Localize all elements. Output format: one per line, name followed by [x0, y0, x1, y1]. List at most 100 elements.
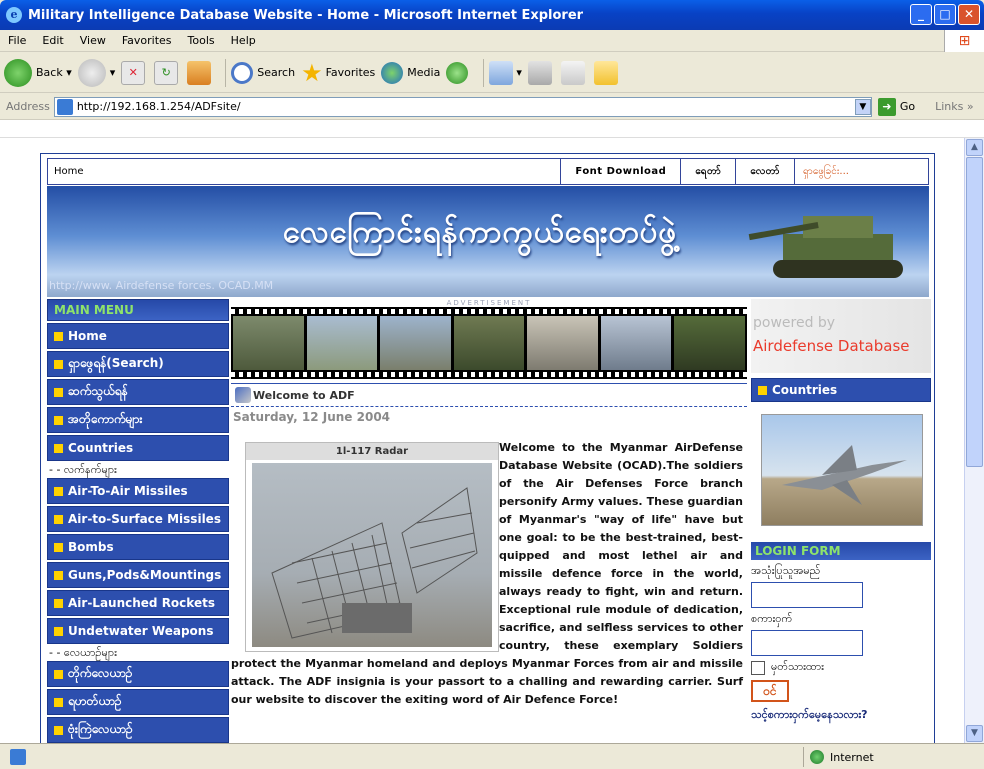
bullet-icon — [54, 725, 63, 735]
menu-item-helicopter[interactable]: ရဟတ်ယာဉ် — [47, 689, 229, 715]
toolbar: Back ▾ ▾ ✕ ↻ Search ★ Favorites Media ▾ — [0, 53, 984, 93]
status-bar: Internet — [0, 743, 984, 769]
nav-home[interactable]: Home — [48, 166, 560, 177]
radar-image-box: 1l-117 Radar — [245, 442, 499, 652]
menu-item-bomber[interactable]: ဗုံးကြဲလေယာဉ် — [47, 717, 229, 743]
media-button[interactable]: Media — [381, 61, 440, 84]
menu-bar: File Edit View Favorites Tools Help — [0, 30, 984, 52]
bullet-icon — [54, 486, 63, 496]
powered-by-text: powered by — [753, 315, 836, 331]
notes-icon — [593, 60, 618, 85]
nav-item-3[interactable]: လေတာ် — [735, 159, 794, 184]
powered-by-logo: powered by Airdefense Database — [751, 299, 931, 373]
tank-icon — [748, 216, 903, 278]
password-input[interactable] — [751, 630, 863, 656]
ad-photo — [380, 316, 451, 370]
print-button[interactable] — [527, 60, 555, 85]
menu-edit[interactable]: Edit — [34, 34, 71, 47]
windows-logo-icon: ⊞ — [944, 30, 984, 52]
site-banner: လေကြောင်းရန်ကာကွယ်ရေးတပ်ဖွဲ့ http://www.… — [47, 186, 929, 297]
search-button[interactable]: Search — [231, 61, 295, 84]
security-zone: Internet — [803, 747, 874, 767]
bullet-icon — [54, 697, 63, 707]
nav-item-2[interactable]: ရေတာ် — [680, 159, 735, 184]
ad-filmstrip[interactable] — [231, 307, 747, 379]
favorites-button[interactable]: ★ Favorites — [301, 59, 375, 87]
go-arrow-icon: ➜ — [877, 97, 896, 116]
pen-icon — [235, 387, 251, 403]
menu-view[interactable]: View — [72, 34, 114, 47]
ad-photo — [600, 316, 672, 370]
menu-item-contact[interactable]: ဆက်သွယ်ရန် — [47, 379, 229, 405]
toolbar-separator — [225, 58, 227, 87]
media-icon — [381, 61, 404, 84]
close-button[interactable]: ✕ — [958, 4, 980, 25]
menu-favorites[interactable]: Favorites — [114, 34, 180, 47]
menu-help[interactable]: Help — [223, 34, 264, 47]
bullet-icon — [54, 542, 63, 552]
links-button[interactable]: Links » — [935, 100, 974, 113]
countries-heading[interactable]: Countries — [751, 378, 931, 402]
address-dropdown-icon[interactable]: ▼ — [854, 98, 871, 115]
remember-checkbox[interactable] — [751, 661, 765, 675]
menu-item-guns[interactable]: Guns,Pods&Mountings — [47, 562, 229, 588]
article-date: Saturday, 12 June 2004 — [233, 410, 391, 424]
scroll-thumb[interactable] — [966, 157, 983, 467]
login-button[interactable]: ဝင် — [751, 680, 789, 702]
site-search-input[interactable]: ရှာဖွေခြင်း... — [794, 159, 928, 184]
page-top-margin — [0, 120, 984, 138]
go-button[interactable]: ➜ Go — [877, 97, 915, 116]
web-page: Home Font Download ရေတာ် လေတာ် ရှာဖွေခြင… — [40, 153, 935, 745]
forward-arrow-icon — [77, 58, 106, 87]
ad-photo — [453, 316, 525, 370]
menu-file[interactable]: File — [0, 34, 34, 47]
favorites-star-icon: ★ — [301, 58, 323, 87]
back-button[interactable]: Back ▾ — [4, 58, 72, 87]
menu-section-weapons: - - လက်နက်များ — [49, 463, 117, 476]
messenger-button[interactable] — [593, 60, 621, 85]
menu-item-air-to-surface[interactable]: Air-to-Surface Missiles — [47, 506, 229, 532]
history-button[interactable] — [446, 61, 472, 84]
top-nav: Home Font Download ရေတာ် လေတာ် ရှာဖွေခြင… — [47, 158, 929, 185]
bullet-icon — [54, 415, 63, 425]
main-menu: MAIN MENU Home ရှာဖွေရန်(Search) ဆက်သွယ်… — [47, 299, 229, 744]
nav-font-download[interactable]: Font Download — [560, 159, 680, 184]
menu-item-abbreviations[interactable]: အတိုကောက်များ — [47, 407, 229, 433]
maximize-button[interactable]: □ — [934, 4, 956, 25]
search-icon — [231, 61, 254, 84]
menu-item-bombs[interactable]: Bombs — [47, 534, 229, 560]
forgot-password-link[interactable]: သင့်စကားဝှက်မေ့နေသလား? — [751, 708, 931, 724]
title-bar: e Military Intelligence Database Website… — [0, 0, 984, 30]
right-sidebar: powered by Airdefense Database Countries… — [751, 299, 931, 744]
remember-me[interactable]: မှတ်သားထား — [751, 660, 931, 676]
home-button[interactable] — [187, 60, 214, 85]
mail-button[interactable]: ▾ — [489, 60, 522, 85]
menu-item-fighter[interactable]: တိုက်လေယာဉ် — [47, 661, 229, 687]
scroll-down-icon[interactable]: ▼ — [966, 725, 983, 742]
bullet-icon — [54, 626, 63, 636]
edit-button[interactable] — [560, 60, 588, 85]
menu-item-search[interactable]: ရှာဖွေရန်(Search) — [47, 351, 229, 377]
stop-button[interactable]: ✕ — [121, 60, 148, 85]
menu-item-countries[interactable]: Countries — [47, 435, 229, 461]
scroll-up-icon[interactable]: ▲ — [966, 139, 983, 156]
forward-button[interactable]: ▾ — [77, 58, 115, 87]
address-input[interactable]: http://192.168.1.254/ADFsite/ ▼ — [53, 96, 872, 117]
fighter-jet-image — [761, 414, 923, 526]
page-icon — [56, 98, 73, 115]
welcome-heading: Welcome to ADF — [231, 383, 747, 407]
vertical-scrollbar[interactable]: ▲ ▼ — [964, 138, 984, 743]
username-input[interactable] — [751, 582, 863, 608]
minimize-button[interactable]: _ — [910, 4, 932, 25]
menu-tools[interactable]: Tools — [180, 34, 223, 47]
menu-item-rockets[interactable]: Air-Launched Rockets — [47, 590, 229, 616]
banner-url: http://www. Airdefense forces. OCAD.MM — [49, 279, 274, 292]
menu-item-air-to-air[interactable]: Air-To-Air Missiles — [47, 478, 229, 504]
bullet-icon — [54, 514, 63, 524]
menu-item-underwater[interactable]: Undetwater Weapons — [47, 618, 229, 644]
menu-item-home[interactable]: Home — [47, 323, 229, 349]
bullet-icon — [54, 443, 63, 453]
refresh-button[interactable]: ↻ — [154, 60, 181, 85]
ad-photo — [306, 316, 378, 370]
center-content: ADVERTISEMENT Welcome to ADF Saturday, 1… — [231, 299, 747, 744]
